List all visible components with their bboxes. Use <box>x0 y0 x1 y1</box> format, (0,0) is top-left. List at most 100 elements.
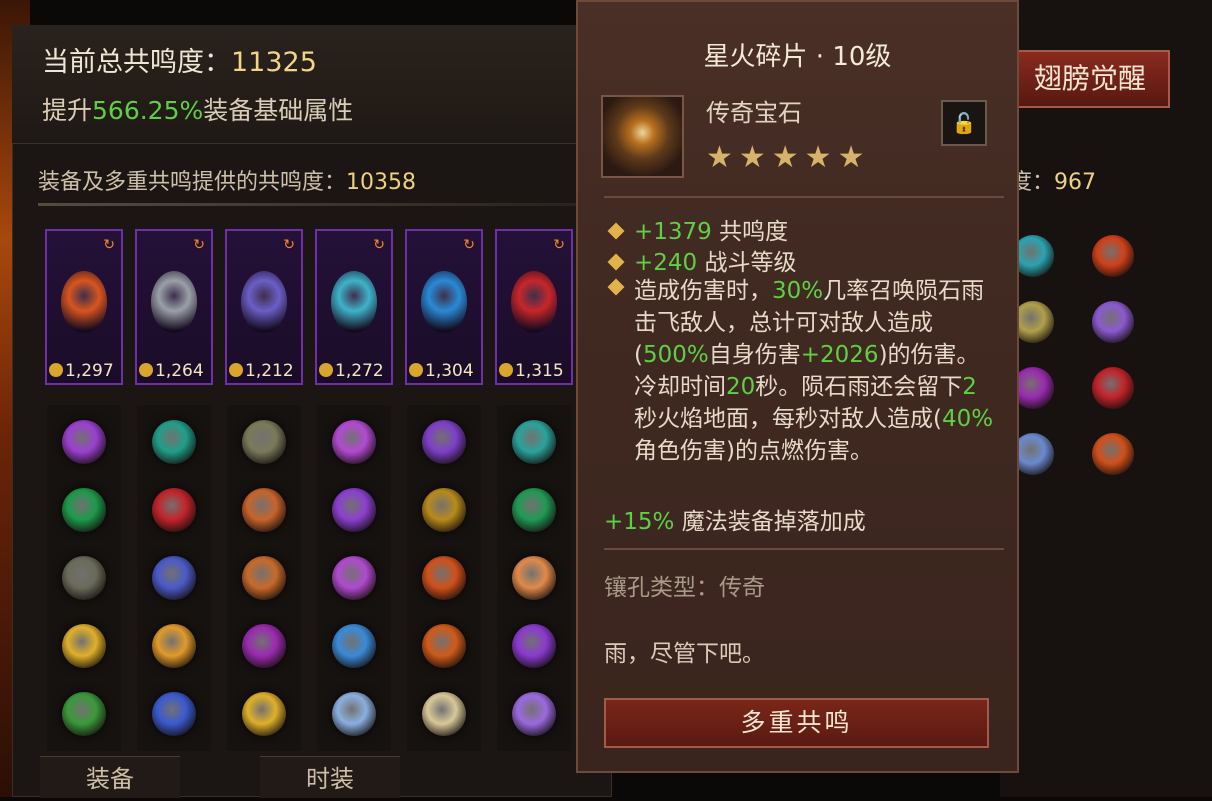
gem-effect-description: 造成伤害时，30%几率召唤陨石雨击飞敌人，总计可对敌人造成(500%自身伤害+2… <box>634 278 994 464</box>
coin-icon <box>319 363 333 377</box>
gear-resonance-value: 1,315 <box>499 361 564 381</box>
gem-icon <box>152 624 196 668</box>
gem-slot[interactable] <box>227 473 301 547</box>
coin-icon <box>139 363 153 377</box>
gem-slot[interactable] <box>47 609 121 683</box>
stat-combat-level: +240 战斗等级 <box>604 243 796 277</box>
gem-icon <box>152 420 196 464</box>
lock-icon[interactable]: 🔓 <box>941 100 987 146</box>
gem-slot[interactable] <box>497 609 571 683</box>
gem-slot[interactable] <box>497 677 571 751</box>
coin-icon <box>49 363 63 377</box>
tab-fashion[interactable]: 时装 <box>260 756 400 798</box>
gem-slot[interactable] <box>227 609 301 683</box>
gem-icon[interactable] <box>1092 301 1134 343</box>
gem-title: 星火碎片 · 10级 <box>703 42 892 72</box>
rank-badge-icon: ↻ <box>193 237 205 253</box>
bottom-tabs: 装备 时装 <box>40 756 440 798</box>
gem-icon <box>512 556 556 600</box>
gem-icon <box>242 624 286 668</box>
gem-icon <box>62 420 106 464</box>
side-resonance: 度：967 <box>1010 170 1097 195</box>
gem-slot[interactable] <box>137 541 211 615</box>
gem-slot[interactable] <box>497 405 571 479</box>
gear-card[interactable]: ↻ 1,315 <box>495 229 573 385</box>
gear-card[interactable]: ↻ 1,297 <box>45 229 123 385</box>
diamond-icon <box>607 253 625 271</box>
gear-resonance-value: 1,304 <box>409 361 474 381</box>
diamond-icon <box>607 278 625 296</box>
star-rating: ★★★★★ <box>706 140 871 175</box>
gem-slot[interactable] <box>407 405 481 479</box>
gem-slot[interactable] <box>47 473 121 547</box>
gem-icon <box>512 624 556 668</box>
gear-resonance: 装备及多重共鸣提供的共鸣度：10358 <box>38 170 417 195</box>
gem-slot[interactable] <box>317 405 391 479</box>
gem-slot[interactable] <box>317 677 391 751</box>
gear-thumbnail <box>511 271 557 333</box>
gear-resonance-value: 1,297 <box>49 361 114 381</box>
diamond-icon <box>607 222 625 240</box>
gem-icon <box>242 420 286 464</box>
gem-icon <box>332 420 376 464</box>
gem-slot[interactable] <box>47 405 121 479</box>
gem-icon <box>242 556 286 600</box>
gem-icon <box>422 488 466 532</box>
multi-resonance-button[interactable]: 多重共鸣 <box>604 698 989 748</box>
stat-effect-bullet <box>604 275 634 301</box>
gear-card[interactable]: ↻ 1,212 <box>225 229 303 385</box>
gear-card[interactable]: ↻ 1,272 <box>315 229 393 385</box>
gem-slot[interactable] <box>137 473 211 547</box>
gear-thumbnail <box>61 271 107 333</box>
wing-awaken-button[interactable]: 翅膀觉醒 <box>1010 50 1170 108</box>
gem-slot[interactable] <box>47 677 121 751</box>
gem-icon <box>152 488 196 532</box>
gem-slot[interactable] <box>137 677 211 751</box>
gem-icon <box>332 488 376 532</box>
gem-slot[interactable] <box>317 473 391 547</box>
gear-thumbnail <box>331 271 377 333</box>
coin-icon <box>229 363 243 377</box>
socket-type: 镶孔类型：传奇 <box>604 575 765 601</box>
gem-slot[interactable] <box>407 473 481 547</box>
gear-card[interactable]: ↻ 1,264 <box>135 229 213 385</box>
gem-slot[interactable] <box>227 405 301 479</box>
gem-slot[interactable] <box>317 541 391 615</box>
gem-icon <box>62 556 106 600</box>
stat-magic-drop: +15% 魔法装备掉落加成 <box>604 509 866 535</box>
gem-icon[interactable] <box>1092 235 1134 277</box>
tab-equip[interactable]: 装备 <box>40 756 180 798</box>
gem-icon <box>332 624 376 668</box>
gem-icon <box>332 556 376 600</box>
gem-icon <box>62 624 106 668</box>
gear-card[interactable]: ↻ 1,304 <box>405 229 483 385</box>
stat-resonance: +1379 共鸣度 <box>604 212 788 246</box>
gem-icon <box>512 420 556 464</box>
gem-slot[interactable] <box>407 677 481 751</box>
gem-icon[interactable] <box>1092 433 1134 475</box>
gem-icon <box>332 692 376 736</box>
gear-thumbnail <box>241 271 287 333</box>
gem-icon <box>242 692 286 736</box>
gem-icon <box>422 624 466 668</box>
gem-slot[interactable] <box>497 473 571 547</box>
gem-slot[interactable] <box>407 541 481 615</box>
gem-icon <box>62 488 106 532</box>
gem-slot[interactable] <box>407 609 481 683</box>
gem-icon <box>512 488 556 532</box>
gem-slot[interactable] <box>497 541 571 615</box>
rank-badge-icon: ↻ <box>553 237 565 253</box>
gem-slot[interactable] <box>227 541 301 615</box>
gem-slot[interactable] <box>47 541 121 615</box>
gear-resonance-value: 1,212 <box>229 361 294 381</box>
gem-slot[interactable] <box>137 405 211 479</box>
gem-slot[interactable] <box>227 677 301 751</box>
gem-slot[interactable] <box>137 609 211 683</box>
coin-icon <box>499 363 513 377</box>
rank-badge-icon: ↻ <box>103 237 115 253</box>
gear-thumbnail <box>151 271 197 333</box>
gem-slot[interactable] <box>317 609 391 683</box>
flavor-text: 雨，尽管下吧。 <box>604 641 765 667</box>
gem-icon[interactable] <box>1092 367 1134 409</box>
tooltip-divider <box>604 548 1004 550</box>
